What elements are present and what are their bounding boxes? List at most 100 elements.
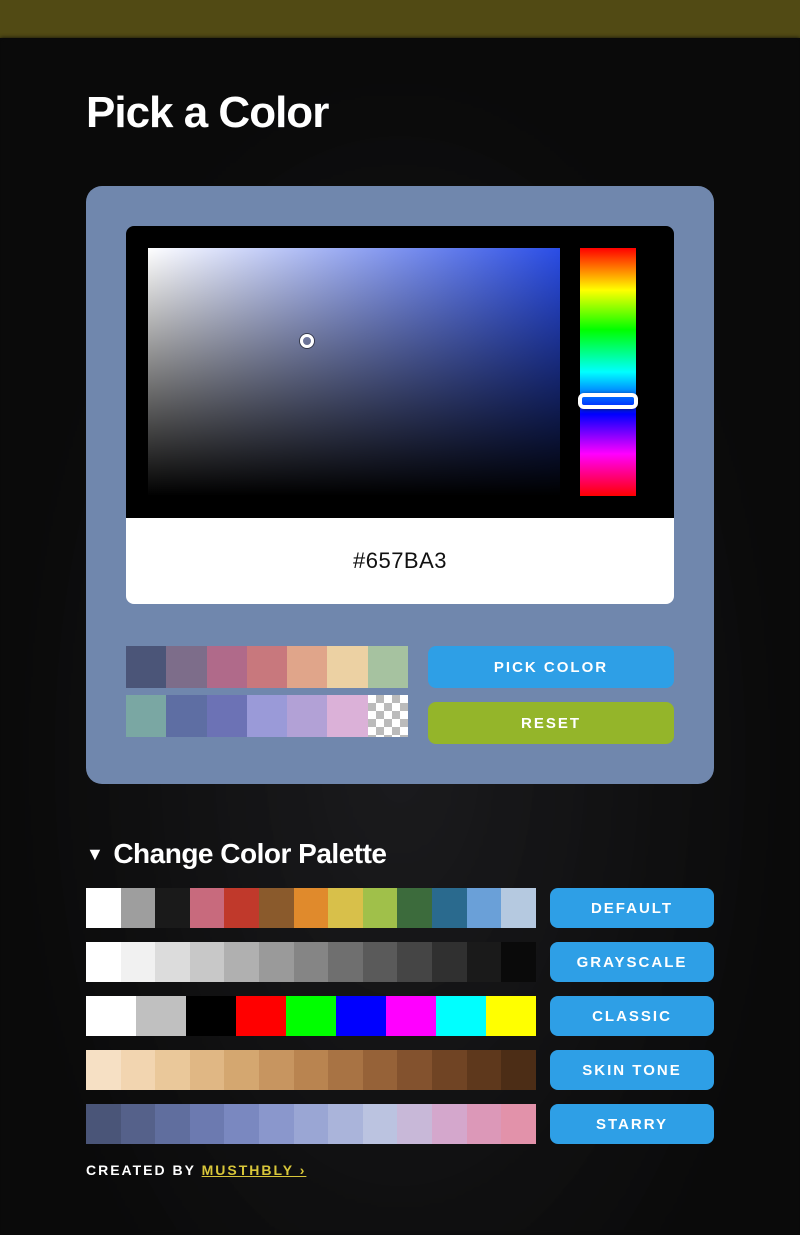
palette-strip[interactable] <box>86 1050 536 1090</box>
footer-prefix: CREATED BY <box>86 1162 202 1178</box>
saturation-value-area[interactable] <box>148 248 560 496</box>
palette-color <box>155 1050 190 1090</box>
palette-color <box>190 888 225 928</box>
palette-color <box>86 1050 121 1090</box>
palette-color <box>259 888 294 928</box>
palette-color <box>336 996 386 1036</box>
palette-strip[interactable] <box>86 942 536 982</box>
palette-color <box>363 942 398 982</box>
preset-swatch[interactable] <box>368 646 408 688</box>
palette-color <box>294 942 329 982</box>
palette-color <box>190 1104 225 1144</box>
palette-row: CLASSIC <box>86 996 714 1036</box>
palette-color <box>186 996 236 1036</box>
sv-cursor[interactable] <box>300 334 314 348</box>
picker-frame <box>126 226 674 518</box>
transparent-swatch[interactable] <box>368 695 408 737</box>
preset-swatch[interactable] <box>327 695 367 737</box>
palette-color <box>397 1050 432 1090</box>
palette-color <box>432 888 467 928</box>
palette-section-header[interactable]: ▼ Change Color Palette <box>86 838 714 870</box>
palette-color <box>155 942 190 982</box>
palette-color <box>486 996 536 1036</box>
palette-color <box>363 1104 398 1144</box>
preset-swatch[interactable] <box>207 695 247 737</box>
palette-color <box>294 1104 329 1144</box>
palette-color <box>328 888 363 928</box>
palette-row: STARRY <box>86 1104 714 1144</box>
palette-select-button[interactable]: DEFAULT <box>550 888 714 928</box>
preset-swatch[interactable] <box>126 695 166 737</box>
palette-color <box>190 942 225 982</box>
palette-color <box>224 1104 259 1144</box>
palette-color <box>294 888 329 928</box>
hue-slider-handle[interactable] <box>578 393 638 409</box>
palette-color <box>328 1050 363 1090</box>
palette-color <box>121 942 156 982</box>
palette-color <box>86 888 121 928</box>
palette-select-button[interactable]: GRAYSCALE <box>550 942 714 982</box>
palette-color <box>397 888 432 928</box>
preset-swatch[interactable] <box>247 646 287 688</box>
palette-color <box>121 888 156 928</box>
action-column: PICK COLOR RESET <box>428 646 674 744</box>
section-title: Change Color Palette <box>113 838 386 870</box>
palette-color <box>436 996 486 1036</box>
palette-color <box>397 942 432 982</box>
palette-color <box>432 942 467 982</box>
palette-row: SKIN TONE <box>86 1050 714 1090</box>
palette-color <box>501 1104 536 1144</box>
palette-row: GRAYSCALE <box>86 942 714 982</box>
palette-color <box>224 942 259 982</box>
palette-color <box>432 1050 467 1090</box>
preset-swatch[interactable] <box>166 695 206 737</box>
palette-color <box>286 996 336 1036</box>
preset-swatch[interactable] <box>207 646 247 688</box>
palette-color <box>155 1104 190 1144</box>
credit-footer: CREATED BY MUSTHBLY › <box>86 1162 714 1178</box>
palette-strip[interactable] <box>86 888 536 928</box>
preset-swatch[interactable] <box>166 646 206 688</box>
palette-color <box>363 888 398 928</box>
reset-button[interactable]: RESET <box>428 702 674 744</box>
palette-row: DEFAULT <box>86 888 714 928</box>
palette-color <box>86 1104 121 1144</box>
hex-display[interactable]: #657BA3 <box>126 518 674 604</box>
palette-select-button[interactable]: CLASSIC <box>550 996 714 1036</box>
palette-color <box>467 942 502 982</box>
preset-swatches <box>126 646 408 744</box>
palette-color <box>136 996 186 1036</box>
palette-color <box>224 1050 259 1090</box>
palette-color <box>236 996 286 1036</box>
palette-color <box>467 888 502 928</box>
palette-color <box>467 1104 502 1144</box>
palette-strip[interactable] <box>86 1104 536 1144</box>
preset-swatch[interactable] <box>327 646 367 688</box>
palette-color <box>467 1050 502 1090</box>
palette-color <box>501 888 536 928</box>
palette-color <box>121 1050 156 1090</box>
palette-color <box>259 1104 294 1144</box>
palette-select-button[interactable]: SKIN TONE <box>550 1050 714 1090</box>
palette-strip[interactable] <box>86 996 536 1036</box>
palette-color <box>259 942 294 982</box>
preset-swatch[interactable] <box>287 646 327 688</box>
pick-color-button[interactable]: PICK COLOR <box>428 646 674 688</box>
palette-color <box>155 888 190 928</box>
color-picker-panel: #657BA3 PICK COLOR RESET <box>86 186 714 784</box>
chevron-down-icon: ▼ <box>86 844 103 865</box>
palette-color <box>86 942 121 982</box>
palette-color <box>86 996 136 1036</box>
preset-swatch[interactable] <box>126 646 166 688</box>
modal-content: Pick a Color #657BA3 PICK COLOR RESET ▼ … <box>0 38 800 1178</box>
preset-swatch[interactable] <box>247 695 287 737</box>
hue-slider[interactable] <box>580 248 636 496</box>
palette-color <box>190 1050 225 1090</box>
author-link[interactable]: MUSTHBLY › <box>202 1162 307 1178</box>
palette-color <box>259 1050 294 1090</box>
preset-swatch[interactable] <box>287 695 327 737</box>
picker-footer: PICK COLOR RESET <box>126 646 674 744</box>
palette-color <box>121 1104 156 1144</box>
palette-select-button[interactable]: STARRY <box>550 1104 714 1144</box>
palette-color <box>224 888 259 928</box>
